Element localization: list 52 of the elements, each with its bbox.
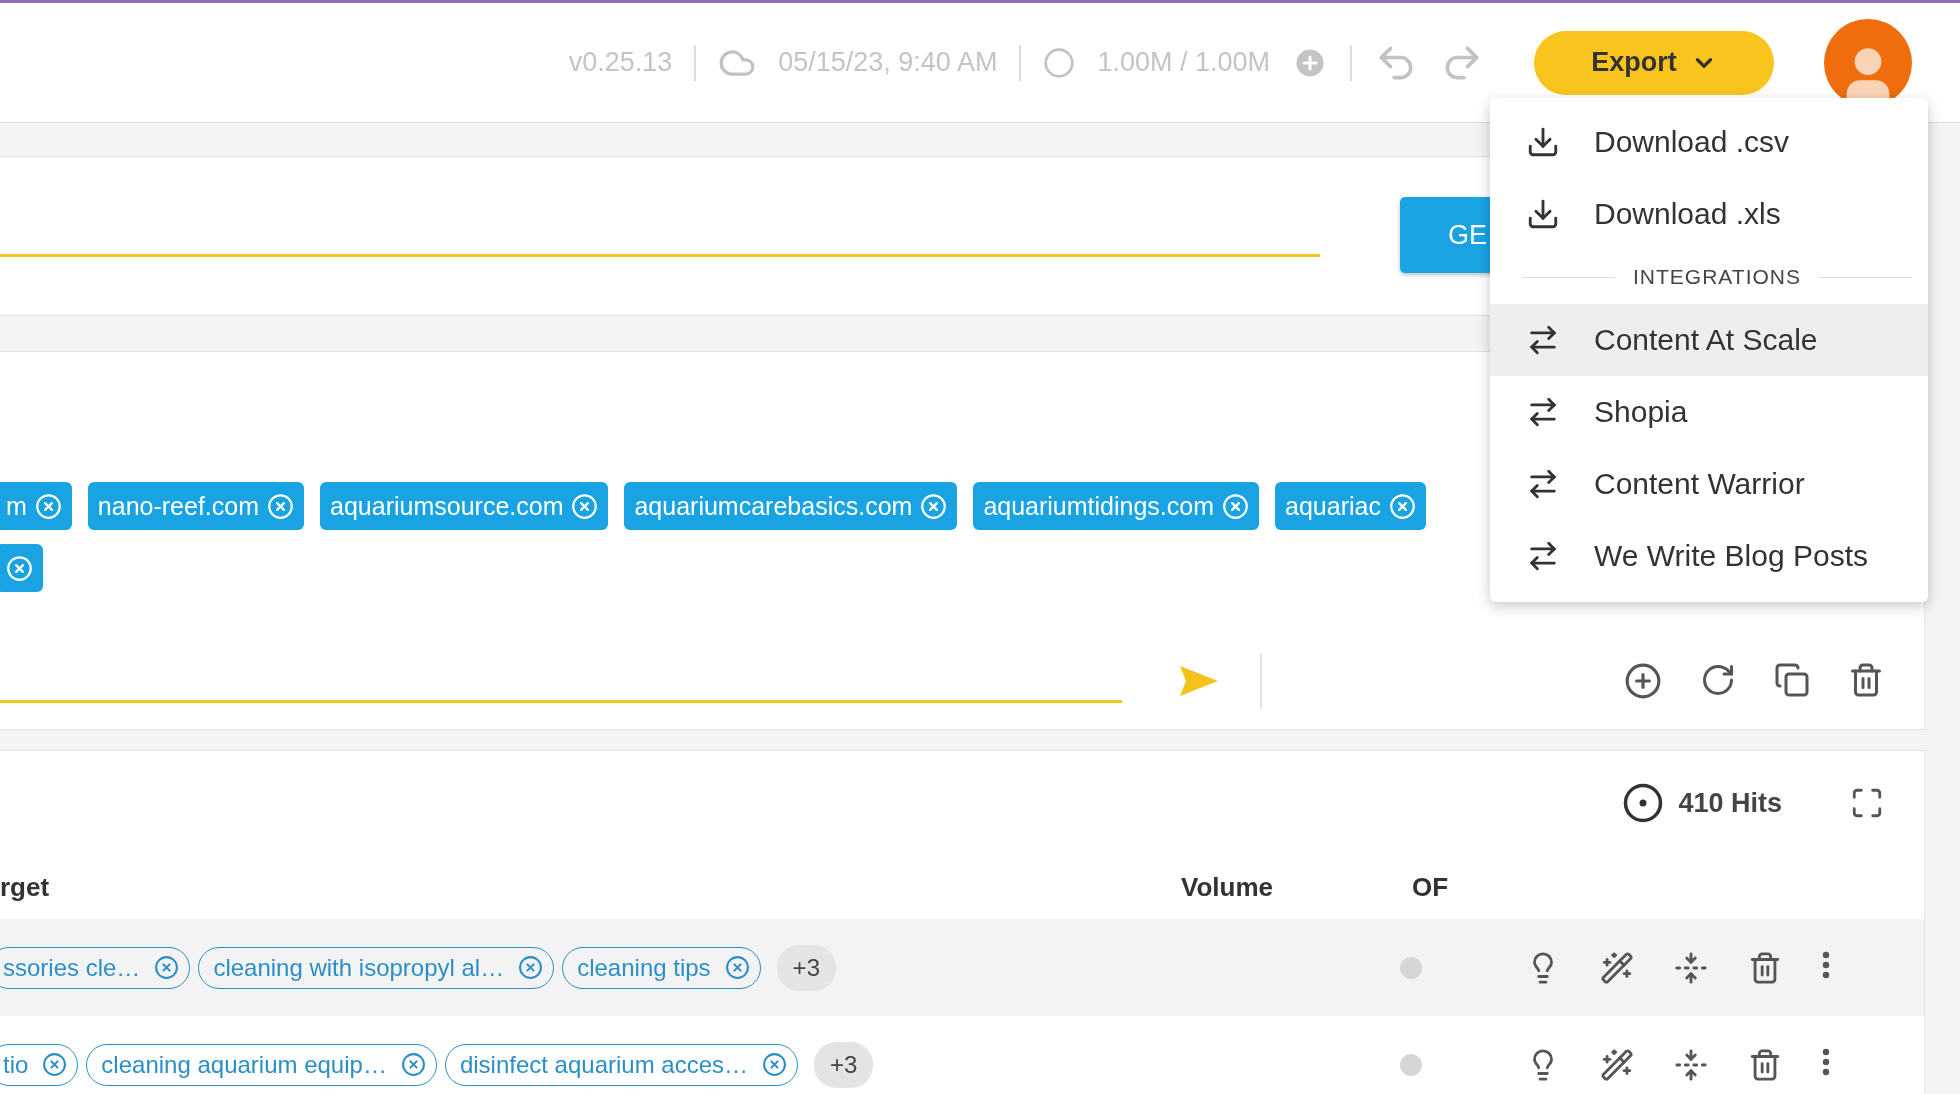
fullscreen-icon — [1850, 786, 1884, 820]
circle-icon — [1043, 46, 1076, 79]
export-button[interactable]: Export — [1534, 30, 1774, 95]
domain-chip[interactable]: m — [0, 482, 72, 530]
send-icon[interactable] — [1180, 666, 1218, 696]
menu-item[interactable]: Shopia — [1490, 376, 1928, 448]
menu-item[interactable]: Download .xls — [1490, 178, 1928, 250]
more-icon[interactable] — [1822, 1047, 1830, 1076]
more-count[interactable]: +3 — [814, 1041, 874, 1088]
wand-icon — [1600, 950, 1634, 985]
status-dot — [1400, 956, 1422, 979]
trash-icon — [1748, 950, 1782, 985]
trash-icon — [1748, 1047, 1782, 1082]
column-header: Volume — [1181, 871, 1274, 903]
remove-icon[interactable] — [267, 492, 295, 520]
column-header: rget — [0, 871, 51, 903]
remove-icon[interactable] — [762, 1052, 787, 1077]
more-icon[interactable] — [1822, 950, 1830, 979]
domain-chip[interactable]: aquariumtidings.com — [973, 482, 1260, 530]
domain-chip[interactable]: nano-reef.com — [87, 482, 305, 530]
section-header: INTEGRATIONS — [1633, 265, 1801, 289]
menu-item[interactable]: Content Warrior — [1490, 448, 1928, 520]
more-count[interactable]: +3 — [776, 944, 836, 991]
remove-icon[interactable] — [154, 955, 180, 980]
menu-item[interactable]: Content At Scale — [1490, 304, 1928, 376]
trash-icon — [1848, 662, 1884, 698]
domain-chip[interactable]: aquariac — [1275, 482, 1426, 530]
download-icon — [1526, 197, 1560, 231]
saved-time: 05/15/23, 9:40 AM — [778, 47, 998, 78]
copy-icon — [1774, 662, 1810, 698]
refresh-icon — [1700, 662, 1736, 698]
version-label: v0.25.13 — [568, 47, 673, 78]
credits-label: 1.00M / 1.00M — [1097, 47, 1270, 78]
remove-icon[interactable] — [518, 955, 544, 980]
wand-icon — [1600, 1047, 1634, 1082]
menu-item[interactable]: We Write Blog Posts — [1490, 520, 1928, 592]
remove-icon[interactable] — [1222, 492, 1250, 520]
target-icon — [1622, 782, 1665, 824]
domain-chip[interactable]: aquariumsource.com — [320, 482, 609, 530]
remove-icon[interactable] — [400, 1052, 426, 1077]
remove-icon[interactable] — [1388, 492, 1416, 520]
menu-item[interactable]: Download .csv — [1490, 106, 1928, 178]
hits-count: 410 Hits — [1678, 787, 1782, 819]
download-icon — [1526, 125, 1560, 159]
remove-icon[interactable] — [42, 1052, 68, 1077]
table-row[interactable]: ssories cle… cleaning with isopropyl al… cleaning tips +3 — [0, 919, 1924, 1016]
domain-chip[interactable]: aquariumcarebasics.com — [624, 482, 958, 530]
column-header: OF — [1412, 871, 1450, 903]
domain-chip[interactable] — [0, 544, 43, 592]
remove-icon[interactable] — [724, 955, 750, 980]
add-icon — [1624, 662, 1662, 700]
status-dot — [1400, 1053, 1422, 1076]
